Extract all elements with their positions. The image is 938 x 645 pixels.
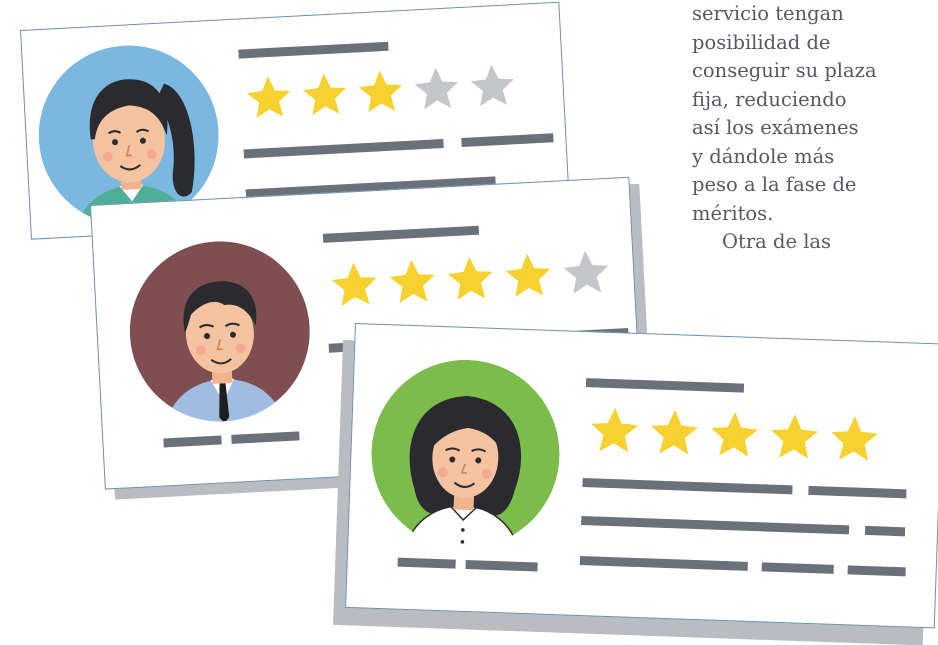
star-icon — [302, 73, 347, 116]
text-line — [582, 478, 793, 495]
text-line — [322, 225, 480, 243]
article-text: servicio tengan posibilidad de conseguir… — [692, 0, 938, 257]
star-icon — [470, 64, 514, 107]
text-line — [243, 138, 444, 159]
text-line — [579, 555, 748, 571]
article-line: conseguir su plaza — [692, 59, 877, 82]
article-line: fija, reduciendo — [692, 87, 847, 111]
rating-stars — [240, 59, 522, 126]
text-line — [231, 431, 300, 444]
star-icon — [711, 411, 758, 457]
text-line — [808, 485, 907, 499]
star-icon — [563, 250, 609, 294]
review-card-3 — [345, 323, 938, 629]
article-line: posibilidad de — [692, 30, 831, 54]
text-line — [163, 435, 222, 448]
star-icon — [771, 414, 818, 459]
star-icon — [651, 409, 698, 455]
star-icon — [246, 76, 291, 119]
text-line — [585, 378, 745, 393]
text-line — [461, 133, 554, 148]
text-line — [465, 560, 538, 572]
rating-stars — [583, 402, 885, 468]
article-line: y dándole más — [692, 144, 835, 168]
avatar-woman-long-hair — [368, 357, 562, 552]
text-line — [761, 562, 834, 574]
article-line: Otra de las — [722, 230, 832, 253]
star-icon — [505, 253, 551, 297]
star-icon — [831, 416, 878, 461]
avatar-man-suit — [125, 237, 314, 426]
star-icon — [358, 70, 403, 113]
article-line: peso a la fase de — [692, 173, 857, 196]
star-icon — [591, 407, 638, 453]
article-line: méritos. — [692, 201, 774, 225]
star-icon — [447, 256, 493, 300]
star-icon — [414, 67, 458, 110]
article-line: así los exámenes — [692, 116, 859, 139]
text-line — [864, 525, 906, 537]
rating-stars — [324, 245, 616, 314]
text-line — [581, 516, 850, 535]
text-line — [847, 565, 906, 577]
star-icon — [331, 262, 377, 306]
text-line — [238, 41, 389, 59]
text-line — [397, 557, 456, 569]
star-icon — [389, 259, 435, 303]
article-line: servicio tengan — [692, 2, 844, 25]
